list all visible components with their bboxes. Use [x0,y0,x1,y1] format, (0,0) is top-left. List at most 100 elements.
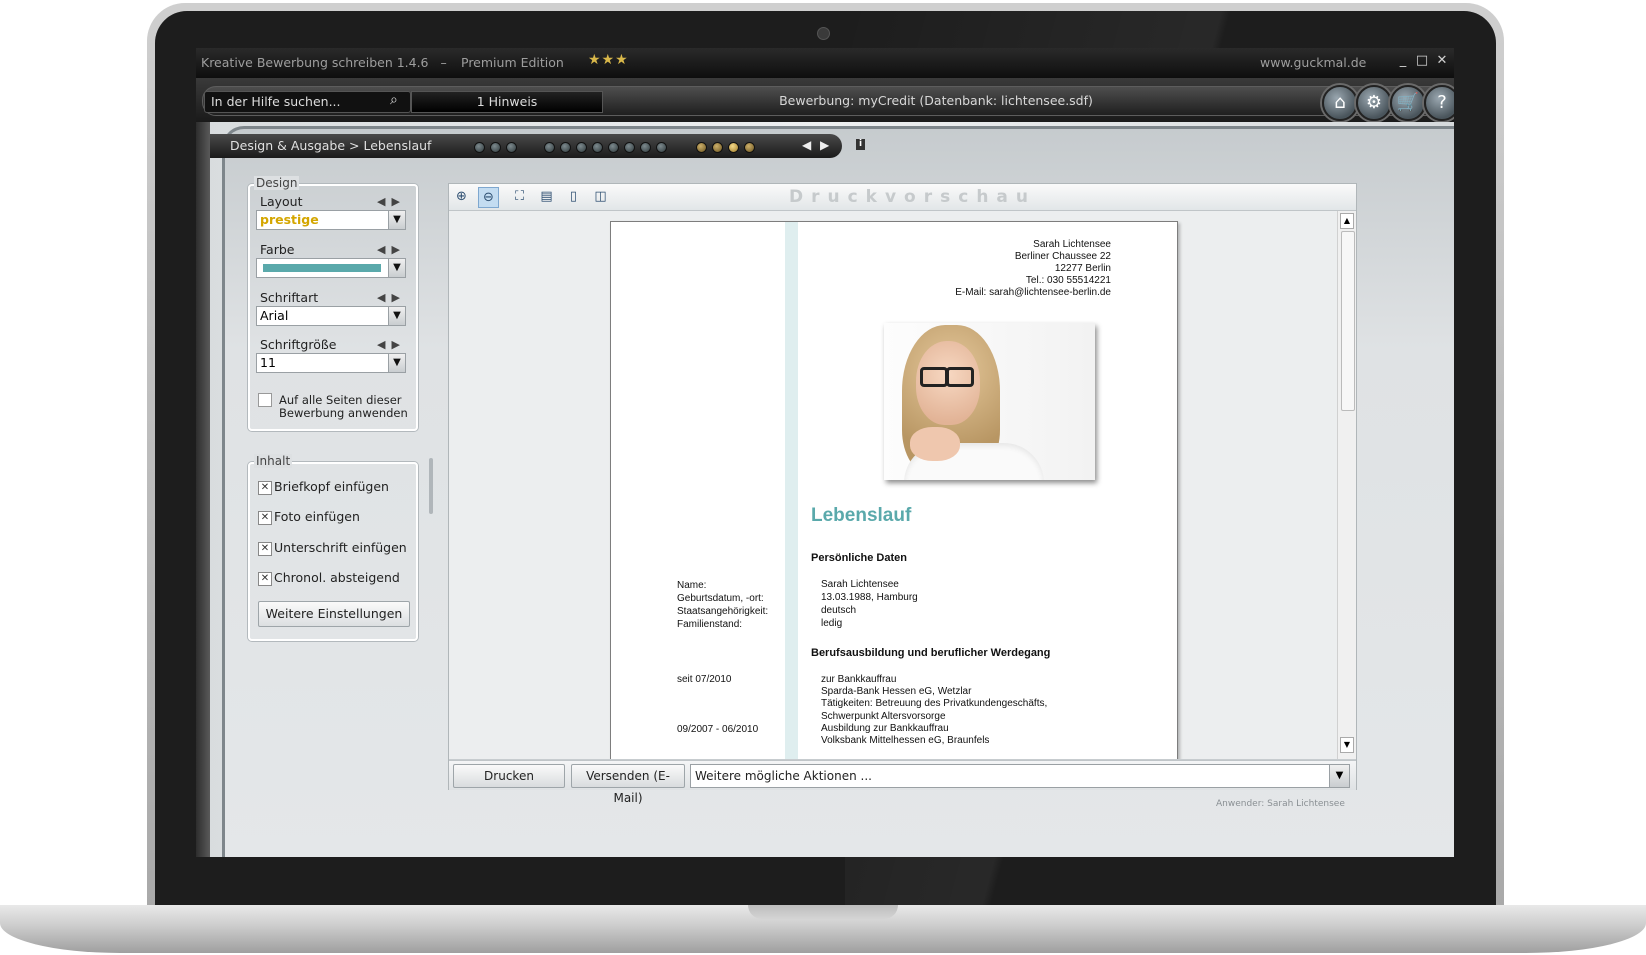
print-button[interactable]: Drucken [453,764,565,788]
app-edition: Premium Edition [461,55,564,70]
info-icon[interactable]: i [856,139,865,150]
step-dot[interactable] [656,142,667,153]
schriftgroesse-arrows-icon[interactable]: ◀▶ [377,338,406,351]
career-line: Sparda-Bank Hessen eG, Wetzlar [821,686,972,697]
next-step-icon[interactable]: ▶ [820,138,829,152]
schriftart-select[interactable]: Arial ▼ [256,306,406,326]
camera [817,27,830,40]
layout-arrows-icon[interactable]: ◀▶ [377,195,406,208]
schriftgroesse-select[interactable]: 11 ▼ [256,353,406,373]
close-button[interactable]: ✕ [1434,53,1450,69]
side-edge [196,122,210,857]
splitter-handle[interactable] [429,458,433,514]
step-dot[interactable] [592,142,603,153]
farbe-arrows-icon[interactable]: ◀▶ [377,243,406,256]
search-icon[interactable]: ⌕ [390,92,398,108]
page-accent-stripe [785,222,798,759]
preview-canvas: Sarah Lichtensee Berliner Chaussee 22 12… [449,211,1337,759]
step-dot[interactable] [560,142,571,153]
farbe-select[interactable]: ▼ [256,258,406,278]
cv-heading: Lebenslauf [811,505,912,526]
chevron-down-icon[interactable]: ▼ [1329,765,1349,787]
vertical-scrollbar[interactable]: ▲ ▼ [1337,211,1356,759]
sender-phone: Tel.: 030 55514221 [1025,275,1111,286]
zoom-in-icon[interactable]: ⊕ [452,187,471,206]
farbe-label: Farbe [260,242,295,257]
help-search-input[interactable]: In der Hilfe suchen... ⌕ [204,91,411,113]
breadcrumb-text: Design & Ausgabe > Lebenslauf [230,138,432,153]
main-area: Design & Ausgabe > Lebenslauf ◀ ▶ i Desi… [196,122,1454,857]
step-dot[interactable] [744,142,755,153]
maximize-button[interactable]: □ [1414,53,1430,69]
more-settings-button[interactable]: Weitere Einstellungen [258,601,410,627]
step-dot[interactable] [640,142,651,153]
chevron-down-icon[interactable]: ▼ [388,307,405,325]
career-line: Schwerpunkt Altersvorsorge [821,711,946,722]
main-toolbar: In der Hilfe suchen... ⌕ 1 Hinweis Bewer… [196,78,1454,122]
rating-stars-icon: ★★★ [588,52,629,68]
personal-key: Name: [677,580,707,591]
chevron-down-icon[interactable]: ▼ [388,211,405,229]
chronol-label: Chronol. absteigend [274,570,400,585]
print-preview: ⊕ ⊖ ⛶ ▤ ▯ ◫ Druckvorschau Sarah Lichtens… [448,183,1357,805]
step-dot[interactable] [696,142,707,153]
personal-value: 13.03.1988, Hamburg [821,592,918,603]
more-actions-select[interactable]: Weitere mögliche Aktionen ... ▼ [690,764,1350,788]
cart-icon[interactable]: 🛒 [1390,85,1426,121]
chevron-down-icon[interactable]: ▼ [388,354,405,372]
photo-glasses [946,367,974,387]
fit-page-icon[interactable]: ⛶ [510,187,529,206]
sender-street: Berliner Chaussee 22 [1014,251,1111,262]
minimize-button[interactable]: _ [1395,53,1411,69]
personal-section-title: Persönliche Daten [811,552,907,564]
foto-checkbox[interactable]: ✕ [258,511,272,525]
more-actions-value: Weitere mögliche Aktionen ... [695,769,872,783]
app-window: Kreative Bewerbung schreiben 1.4.6 – Pre… [196,48,1454,857]
step-dot-active[interactable] [728,142,739,153]
scroll-thumb[interactable] [1341,231,1355,411]
design-legend: Design [254,176,300,190]
scroll-up-icon[interactable]: ▲ [1340,213,1354,229]
step-dot[interactable] [608,142,619,153]
briefkopf-checkbox[interactable]: ✕ [258,481,272,495]
applicant-photo [884,323,1095,480]
step-dot[interactable] [624,142,635,153]
color-swatch [263,264,381,272]
send-email-button[interactable]: Versenden (E-Mail) [571,764,685,805]
unterschrift-label: Unterschrift einfügen [274,540,407,555]
scroll-down-icon[interactable]: ▼ [1340,737,1354,753]
home-icon[interactable]: ⌂ [1322,85,1358,121]
help-icon[interactable]: ? [1424,85,1454,121]
career-line: Ausbildung zur Bankkauffrau [821,723,949,734]
two-pages-icon[interactable]: ◫ [591,187,610,206]
step-dot[interactable] [474,142,485,153]
career-section-title: Berufsausbildung und beruflicher Werdega… [811,647,1051,659]
apply-all-checkbox[interactable] [258,393,272,407]
chevron-down-icon[interactable]: ▼ [388,259,405,277]
chronol-checkbox[interactable]: ✕ [258,572,272,586]
step-dot[interactable] [576,142,587,153]
schriftart-arrows-icon[interactable]: ◀▶ [377,291,406,304]
schriftart-label: Schriftart [260,290,319,305]
status-display: Bewerbung: myCredit (Datenbank: lichtens… [606,91,1266,111]
layout-select[interactable]: prestige ▼ [256,210,406,230]
career-line: zur Bankkauffrau [821,674,897,685]
step-dot[interactable] [506,142,517,153]
website-link[interactable]: www.guckmal.de [1260,55,1366,70]
unterschrift-checkbox[interactable]: ✕ [258,542,272,556]
status-text: Bewerbung: myCredit (Datenbank: lichtens… [779,93,1093,108]
zoom-out-icon[interactable]: ⊖ [478,187,499,208]
previous-step-icon[interactable]: ◀ [802,138,811,152]
breadcrumb: Design & Ausgabe > Lebenslauf ◀ ▶ [210,134,842,158]
single-page-icon[interactable]: ▯ [564,187,583,206]
step-dot[interactable] [490,142,501,153]
career-date: seit 07/2010 [677,674,732,685]
step-dot[interactable] [712,142,723,153]
app-title: Kreative Bewerbung schreiben 1.4.6 – [201,55,447,70]
career-line: Volksbank Mittelhessen eG, Braunfels [821,735,990,746]
page-width-icon[interactable]: ▤ [537,187,556,206]
step-dot[interactable] [544,142,555,153]
foto-label: Foto einfügen [274,509,360,524]
settings-icon[interactable]: ⚙ [1356,85,1392,121]
hint-button[interactable]: 1 Hinweis [411,91,603,113]
